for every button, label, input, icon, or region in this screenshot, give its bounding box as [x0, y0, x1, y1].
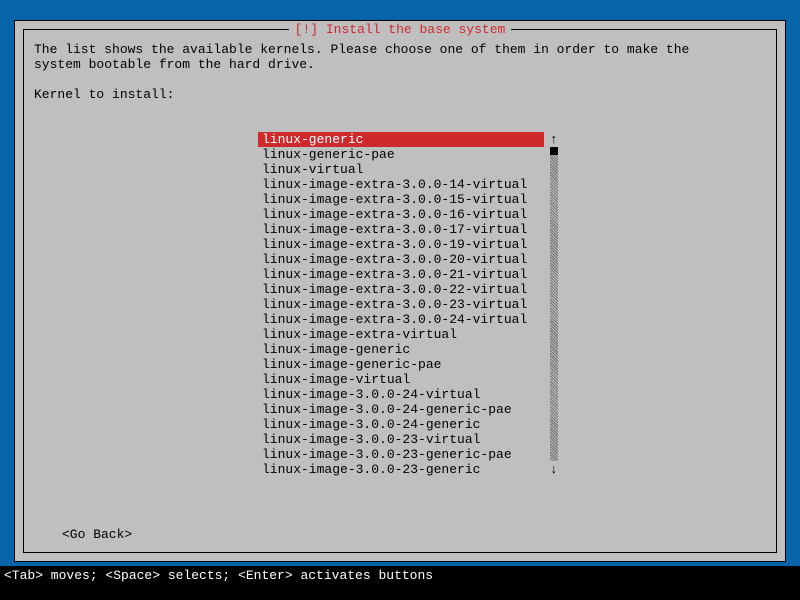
kernel-option[interactable]: linux-image-3.0.0-23-generic: [258, 462, 568, 477]
dialog-content: The list shows the available kernels. Pl…: [34, 42, 766, 542]
go-back-button[interactable]: <Go Back>: [62, 527, 132, 542]
scrollbar-track[interactable]: [550, 154, 558, 461]
kernel-option[interactable]: linux-image-3.0.0-23-generic-pae: [258, 447, 568, 462]
kernel-option[interactable]: linux-image-generic-pae: [258, 357, 568, 372]
dialog-border: [!] Install the base system The list sho…: [23, 29, 777, 553]
scroll-down-icon[interactable]: ↓: [550, 462, 558, 477]
installer-dialog: [!] Install the base system The list sho…: [14, 20, 786, 562]
kernel-option[interactable]: linux-generic-pae: [258, 147, 568, 162]
kernel-option[interactable]: linux-image-extra-3.0.0-16-virtual: [258, 207, 568, 222]
prompt-label: Kernel to install:: [34, 87, 766, 102]
kernel-option[interactable]: linux-image-virtual: [258, 372, 568, 387]
kernel-option[interactable]: linux-virtual: [258, 162, 568, 177]
kernel-option[interactable]: linux-image-extra-3.0.0-14-virtual: [258, 177, 568, 192]
kernel-option[interactable]: linux-image-extra-3.0.0-21-virtual: [258, 267, 568, 282]
kernel-option[interactable]: linux-image-3.0.0-23-virtual: [258, 432, 568, 447]
status-bar: <Tab> moves; <Space> selects; <Enter> ac…: [0, 566, 800, 600]
kernel-option[interactable]: linux-image-extra-3.0.0-23-virtual: [258, 297, 568, 312]
kernel-option[interactable]: linux-image-3.0.0-24-virtual: [258, 387, 568, 402]
kernel-option[interactable]: linux-image-extra-3.0.0-15-virtual: [258, 192, 568, 207]
kernel-list[interactable]: linux-genericlinux-generic-paelinux-virt…: [258, 132, 568, 477]
kernel-option[interactable]: linux-image-extra-3.0.0-20-virtual: [258, 252, 568, 267]
kernel-option[interactable]: linux-image-extra-3.0.0-19-virtual: [258, 237, 568, 252]
kernel-option[interactable]: linux-image-3.0.0-24-generic-pae: [258, 402, 568, 417]
description-text: The list shows the available kernels. Pl…: [34, 42, 766, 72]
scroll-up-icon[interactable]: ↑: [550, 132, 558, 147]
scrollbar-thumb[interactable]: [550, 147, 558, 155]
kernel-option[interactable]: linux-image-extra-3.0.0-17-virtual: [258, 222, 568, 237]
kernel-option[interactable]: linux-image-3.0.0-24-generic: [258, 417, 568, 432]
kernel-option[interactable]: linux-image-generic: [258, 342, 568, 357]
kernel-option[interactable]: linux-image-extra-3.0.0-24-virtual: [258, 312, 568, 327]
kernel-option[interactable]: linux-image-extra-virtual: [258, 327, 568, 342]
kernel-option[interactable]: linux-generic: [258, 132, 544, 147]
kernel-option[interactable]: linux-image-extra-3.0.0-22-virtual: [258, 282, 568, 297]
dialog-title: [!] Install the base system: [289, 22, 512, 37]
